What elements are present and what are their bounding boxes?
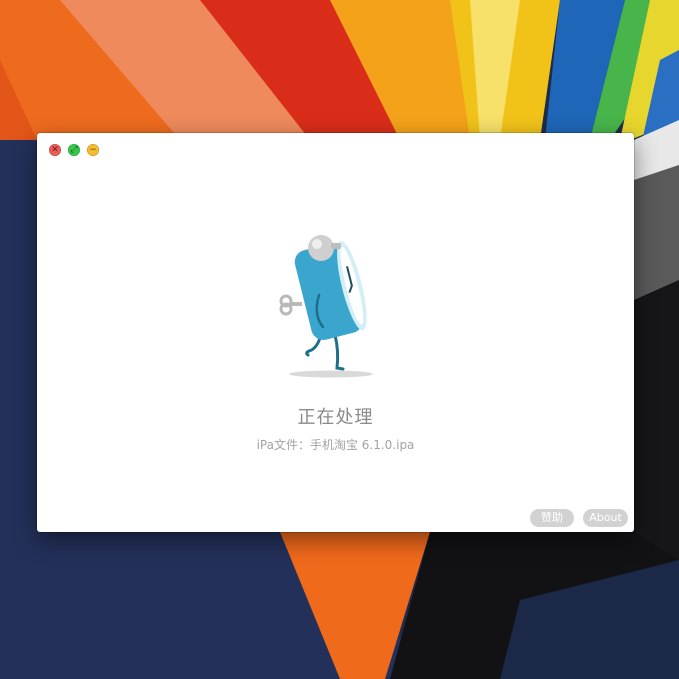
zoom-button[interactable]: ⤢	[68, 144, 80, 156]
minimize-button[interactable]: −	[87, 144, 99, 156]
window-controls: ✕ ⤢ −	[49, 144, 99, 156]
close-icon: ✕	[51, 145, 59, 155]
wind-up-key-icon	[279, 294, 302, 316]
sponsor-button[interactable]: 赞助	[530, 509, 574, 527]
about-button[interactable]: About	[583, 509, 628, 527]
processing-mascot-illustration	[279, 235, 373, 378]
close-button[interactable]: ✕	[49, 144, 61, 156]
app-window: ✕ ⤢ − 正在处理 iPa文件：手机淘宝 6.1.0.ipa 赞助 About	[37, 133, 634, 532]
minimize-icon: −	[89, 145, 97, 155]
file-info-label: iPa文件：手机淘宝 6.1.0.ipa	[256, 438, 415, 452]
processing-status-title: 正在处理	[297, 407, 374, 428]
zoom-icon: ⤢	[70, 145, 78, 155]
